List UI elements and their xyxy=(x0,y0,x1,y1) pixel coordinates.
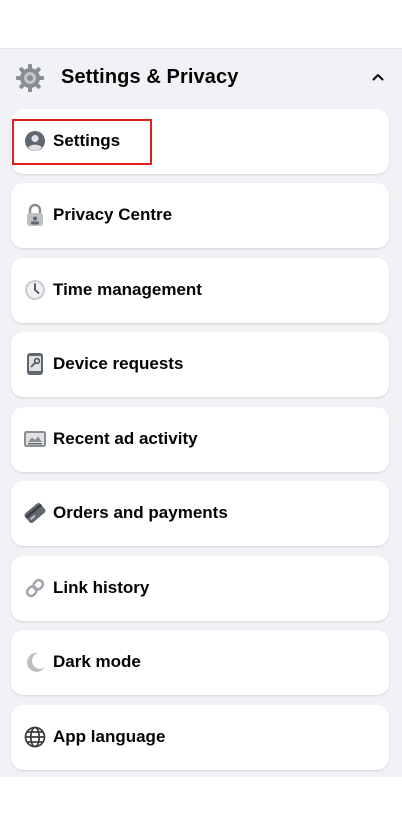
globe-icon xyxy=(23,725,47,749)
menu-item-recent-ad-activity[interactable]: Recent ad activity xyxy=(11,407,389,472)
menu-item-label: Time management xyxy=(53,280,202,299)
section-title: Settings & Privacy xyxy=(61,66,239,88)
menu-item-label: Dark mode xyxy=(53,652,141,671)
menu-item-privacy-centre[interactable]: Privacy Centre xyxy=(11,183,389,248)
menu-item-link-history[interactable]: Link history xyxy=(11,556,389,621)
menu-item-settings[interactable]: Settings xyxy=(11,109,389,174)
padlock-icon xyxy=(23,203,47,227)
menu-item-label: Orders and payments xyxy=(53,503,228,522)
menu-item-label: Device requests xyxy=(53,354,184,373)
settings-privacy-header[interactable]: Settings & Privacy xyxy=(0,49,402,106)
link-icon xyxy=(23,576,47,600)
menu-item-time-management[interactable]: Time management xyxy=(11,258,389,323)
gear-icon xyxy=(14,62,46,94)
clock-icon xyxy=(23,278,47,302)
settings-privacy-screen: Settings & Privacy Settings Privacy Cent… xyxy=(0,0,402,827)
payment-card-icon xyxy=(23,501,47,525)
menu-item-label: Privacy Centre xyxy=(53,205,173,224)
phone-key-icon xyxy=(23,352,47,376)
menu-item-label: App language xyxy=(53,727,166,746)
menu-item-label: Settings xyxy=(53,131,121,150)
menu-item-dark-mode[interactable]: Dark mode xyxy=(11,630,389,695)
menu-item-label: Link history xyxy=(53,578,150,597)
moon-icon xyxy=(23,650,47,674)
menu-item-label: Recent ad activity xyxy=(53,429,198,448)
ad-activity-icon xyxy=(23,427,47,451)
menu-item-device-requests[interactable]: Device requests xyxy=(11,332,389,397)
menu-item-app-language[interactable]: App language xyxy=(11,705,389,770)
menu-item-orders-and-payments[interactable]: Orders and payments xyxy=(11,481,389,546)
user-circle-icon xyxy=(23,129,47,153)
chevron-up-icon[interactable] xyxy=(368,67,388,87)
